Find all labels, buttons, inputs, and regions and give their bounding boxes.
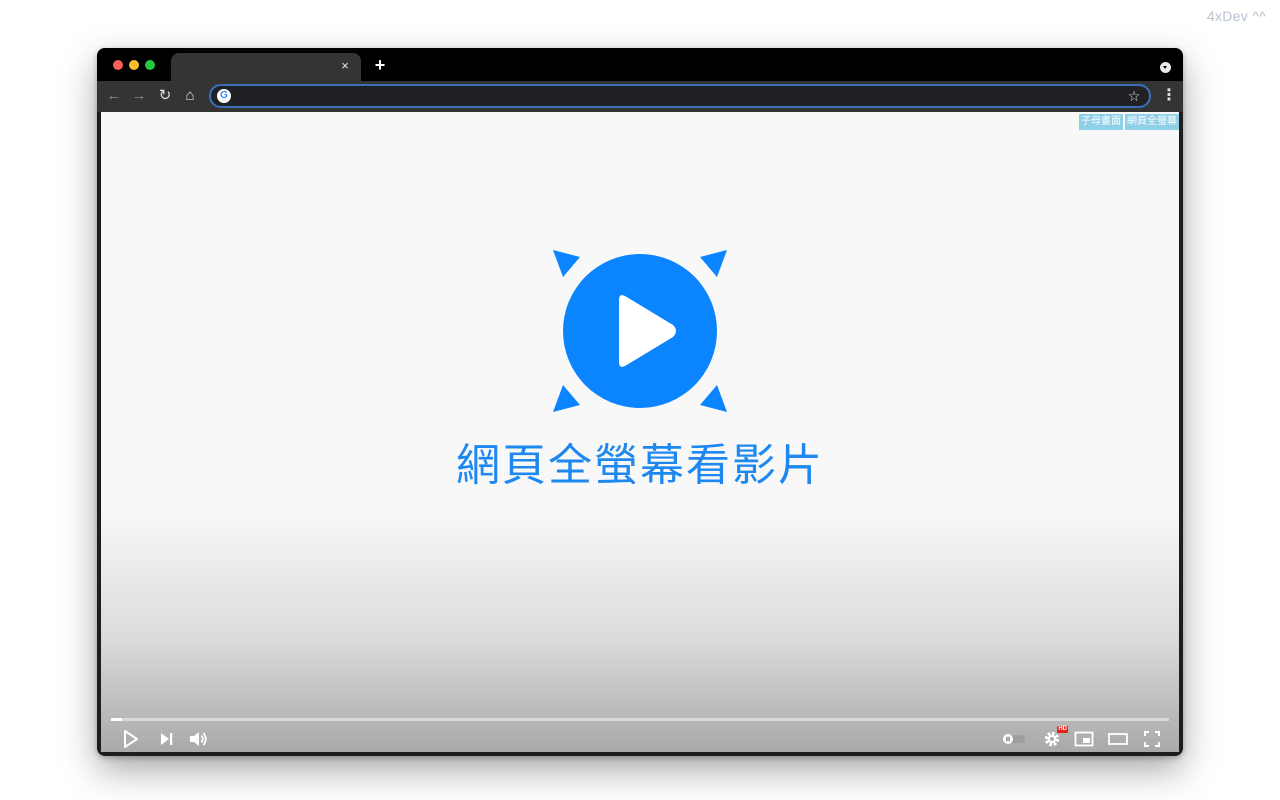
browser-window: × + ← → ↻ ⌂ G ☆ ⋮ 子母畫面 網頁全螢幕 網頁全螢幕看影片 HD xyxy=(97,48,1183,756)
watermark: 4xDev ^^ xyxy=(1206,8,1266,24)
hd-badge: HD xyxy=(1057,726,1068,733)
new-tab-button[interactable]: + xyxy=(371,56,389,74)
progress-bar[interactable] xyxy=(111,718,1169,721)
forward-icon[interactable]: → xyxy=(129,86,149,106)
volume-icon[interactable] xyxy=(187,728,209,750)
close-window-button[interactable] xyxy=(113,60,123,70)
bookmark-star-icon[interactable]: ☆ xyxy=(1125,86,1143,106)
player-controls: HD xyxy=(101,726,1179,752)
video-player[interactable]: 子母畫面 網頁全螢幕 網頁全螢幕看影片 HD xyxy=(101,112,1179,752)
maximize-window-button[interactable] xyxy=(145,60,155,70)
play-icon[interactable] xyxy=(119,728,141,750)
google-icon: G xyxy=(217,89,231,103)
autoplay-toggle-icon[interactable] xyxy=(1002,728,1026,750)
home-icon[interactable]: ⌂ xyxy=(180,86,200,106)
tab-search-icon[interactable] xyxy=(1160,62,1171,73)
theater-mode-icon[interactable] xyxy=(1107,728,1129,750)
miniplayer-icon[interactable] xyxy=(1073,728,1095,750)
tab-strip: × + xyxy=(97,48,1183,81)
progress-fill xyxy=(111,718,122,721)
settings-icon[interactable]: HD xyxy=(1041,726,1068,750)
reload-icon[interactable]: ↻ xyxy=(155,86,175,106)
browser-menu-icon[interactable]: ⋮ xyxy=(1161,86,1177,106)
next-icon[interactable] xyxy=(155,728,177,750)
fullscreen-icon[interactable] xyxy=(1141,728,1163,750)
browser-toolbar: ← → ↻ ⌂ G ☆ ⋮ xyxy=(97,81,1183,112)
minimize-window-button[interactable] xyxy=(129,60,139,70)
address-bar[interactable]: G ☆ xyxy=(209,84,1151,108)
fullscreen-play-logo-icon xyxy=(553,250,727,412)
picture-in-picture-button[interactable]: 子母畫面 xyxy=(1079,114,1123,130)
headline: 網頁全螢幕看影片 xyxy=(456,440,824,491)
back-icon[interactable]: ← xyxy=(104,86,124,106)
close-tab-icon[interactable]: × xyxy=(337,58,353,74)
web-fullscreen-button[interactable]: 網頁全螢幕 xyxy=(1125,114,1179,130)
extension-buttons: 子母畫面 網頁全螢幕 xyxy=(1079,114,1179,130)
browser-tab[interactable]: × xyxy=(171,53,361,81)
